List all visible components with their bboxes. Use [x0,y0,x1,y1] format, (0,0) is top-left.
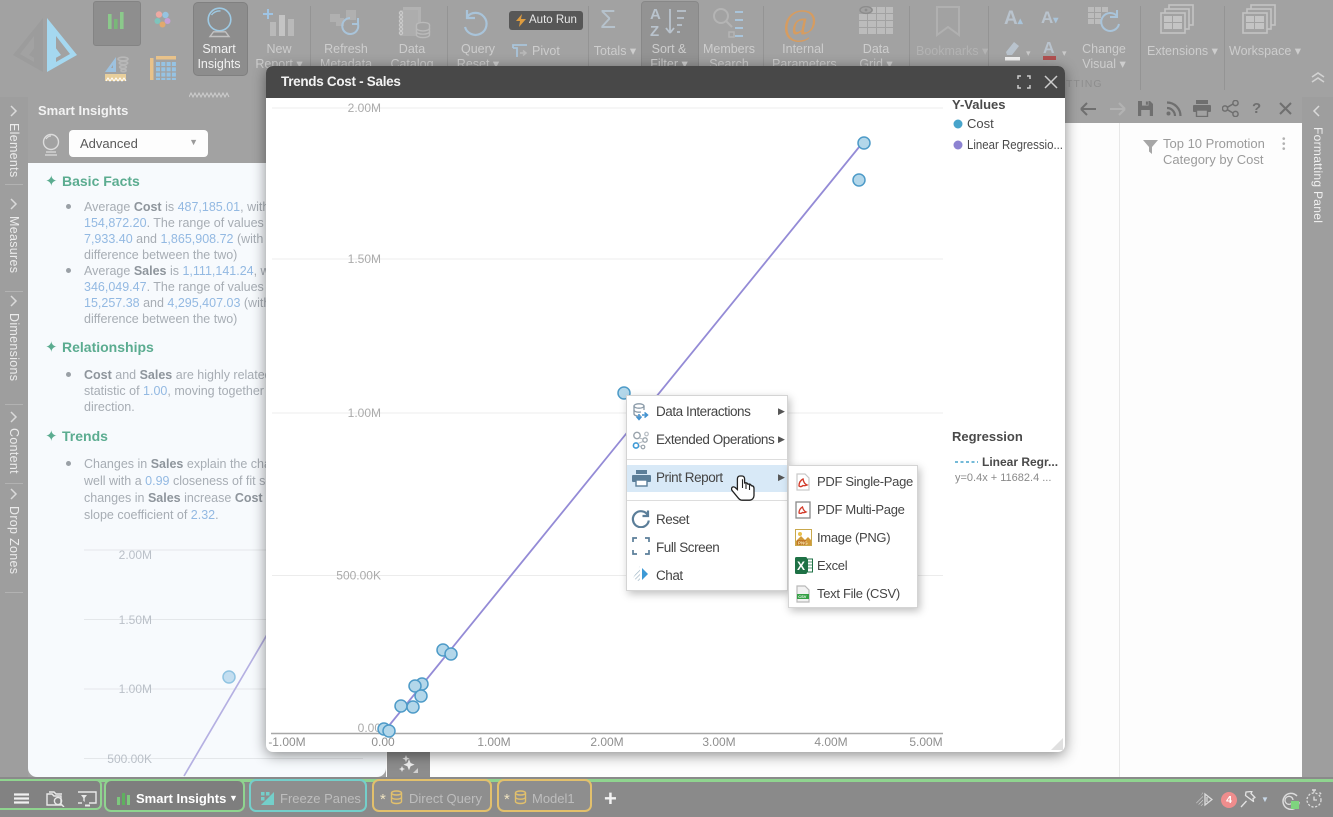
svg-text:Linear Regressio...: Linear Regressio... [967,137,1063,152]
svg-text:2.00M: 2.00M [348,101,381,115]
svg-text:500.00K: 500.00K [336,569,381,583]
svg-text:Linear Regr...: Linear Regr... [982,455,1058,469]
svg-text:X: X [797,559,805,573]
svg-text:2.00M: 2.00M [590,735,623,749]
svg-text:1.00M: 1.00M [477,735,510,749]
svg-text:Regression: Regression [952,429,1023,444]
svg-text:-1.00M: -1.00M [268,735,305,749]
svg-text:5.00M: 5.00M [909,735,942,749]
svg-text:1.50M: 1.50M [119,613,152,627]
svg-text:1.00M: 1.00M [119,682,152,696]
svg-text:1.50M: 1.50M [348,252,381,266]
svg-text:Y-Values: Y-Values [952,98,1005,112]
svg-text:PNG: PNG [798,541,808,546]
svg-text:Cost: Cost [967,116,994,131]
svg-text:A: A [650,6,661,23]
svg-text:2.00M: 2.00M [119,548,152,562]
svg-text:1.00M: 1.00M [348,406,381,420]
svg-text:Z: Z [650,23,659,39]
svg-text:CSV: CSV [798,594,807,599]
svg-text:4.00M: 4.00M [814,735,847,749]
svg-text:y=0.4x + 11682.4 ...: y=0.4x + 11682.4 ... [955,472,1051,484]
svg-text:500.00K: 500.00K [107,752,152,766]
svg-text:3.00M: 3.00M [702,735,735,749]
